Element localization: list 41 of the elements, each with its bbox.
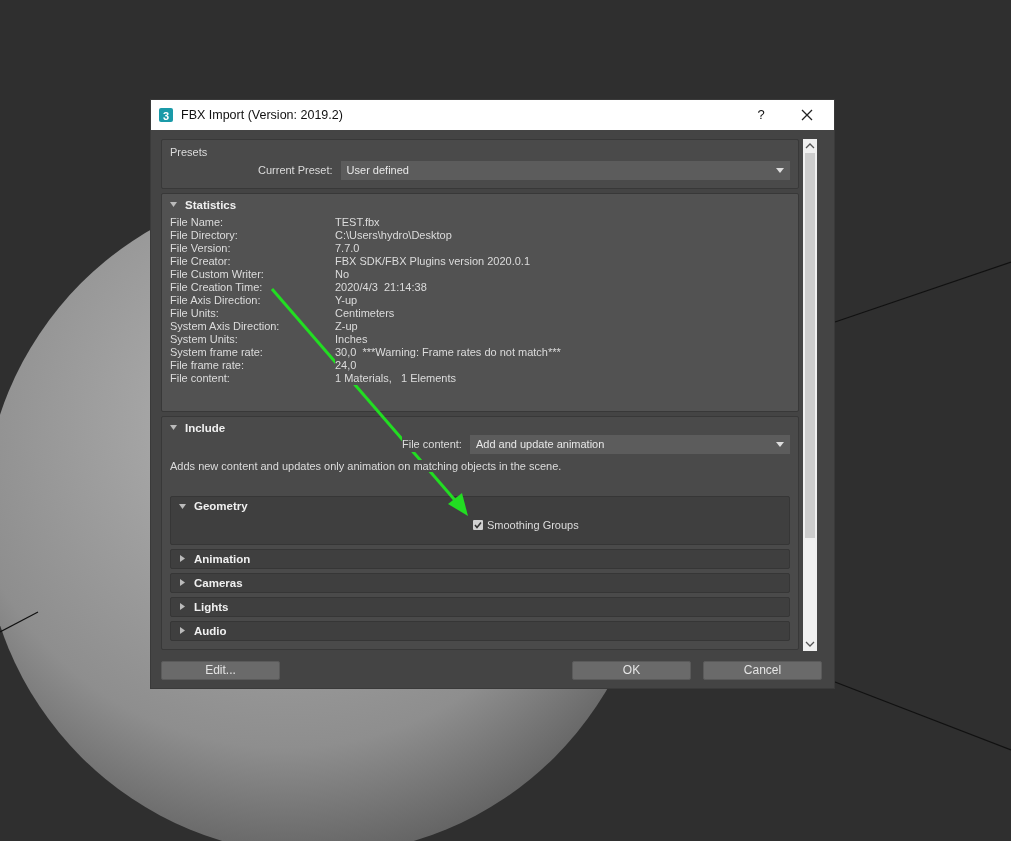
section-title: Geometry	[194, 499, 248, 513]
dropdown-caret-icon	[776, 441, 784, 447]
stat-value: C:\Users\hydro\Desktop	[335, 228, 452, 242]
expand-triangle-icon[interactable]	[179, 603, 186, 610]
stat-value: 1 Materials, 1 Elements	[335, 371, 457, 385]
vertical-scrollbar[interactable]	[803, 139, 817, 651]
file-content-dropdown[interactable]: Add and update animation	[469, 434, 790, 454]
section-title: Lights	[194, 599, 229, 614]
section-title: Cameras	[194, 575, 243, 590]
field-label: Current Preset:	[258, 162, 333, 178]
dropdown-caret-icon	[776, 167, 784, 173]
cancel-button[interactable]: Cancel	[703, 661, 822, 680]
section-title: Audio	[194, 623, 227, 638]
preset-dropdown[interactable]: User defined	[340, 160, 790, 180]
description-text: Adds new content and updates only animation on matching objects in the scene.	[170, 459, 562, 472]
app-logo-icon: 3	[159, 108, 173, 122]
field-label: File content:	[402, 435, 462, 453]
scrollbar-thumb[interactable]	[805, 153, 815, 538]
ok-button[interactable]: OK	[572, 661, 691, 680]
close-icon	[801, 109, 813, 121]
collapse-triangle-icon[interactable]	[179, 502, 186, 510]
stat-label: File Name:	[170, 215, 224, 229]
stat-value: 30,0 ***Warning: Frame rates do not match***	[335, 345, 561, 359]
collapse-triangle-icon[interactable]	[170, 201, 177, 208]
collapse-triangle-icon[interactable]	[170, 424, 177, 431]
expand-triangle-icon[interactable]	[179, 627, 186, 634]
checkbox[interactable]	[473, 520, 483, 531]
stat-value: Centimeters	[335, 306, 395, 320]
section-title: Animation	[194, 551, 251, 566]
help-button[interactable]: ?	[738, 105, 784, 125]
expand-triangle-icon[interactable]	[179, 555, 186, 562]
expand-triangle-icon[interactable]	[179, 579, 186, 586]
edit-button[interactable]: Edit...	[161, 661, 280, 680]
stat-label: File Custom Writer:	[170, 267, 264, 281]
group-title: Presets	[170, 145, 209, 160]
stat-value: TEST.fbx	[335, 215, 380, 229]
stat-value: FBX SDK/FBX Plugins version 2020.0.1	[335, 254, 531, 268]
panel-title: Include	[185, 420, 226, 435]
window-title: FBX Import (Version: 2019.2)	[181, 106, 344, 124]
stat-label: System Axis Direction:	[170, 319, 280, 333]
stat-value: 2020/4/3 21:14:38	[335, 280, 427, 294]
